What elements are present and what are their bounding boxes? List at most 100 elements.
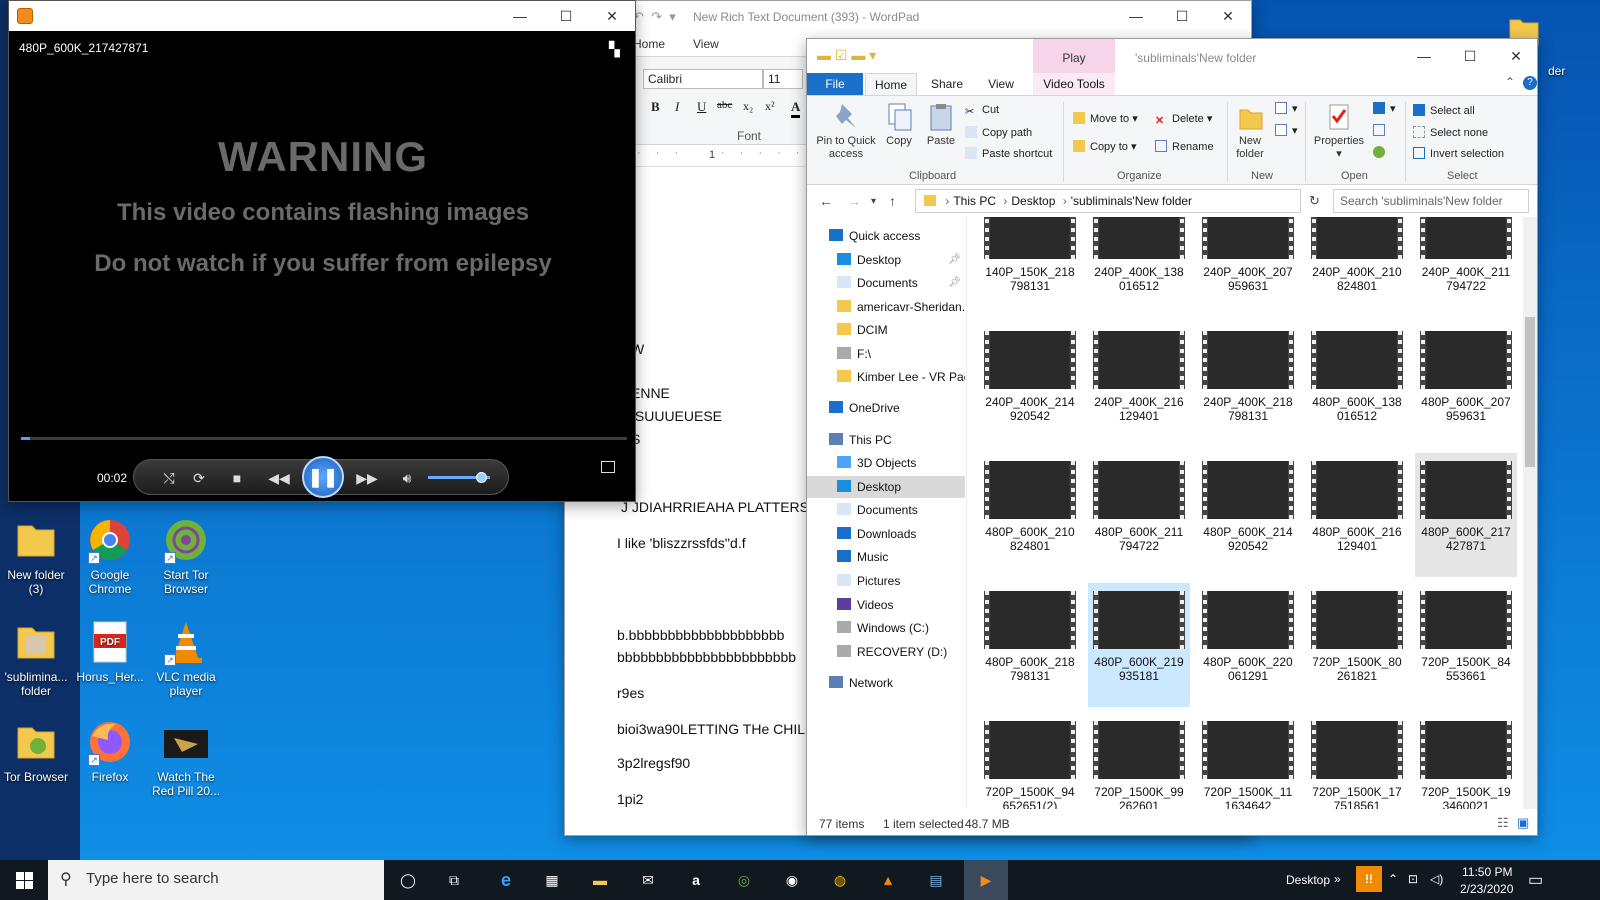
easy-access-icon[interactable]: ▾ bbox=[1275, 124, 1298, 137]
copy-to-button[interactable]: Copy to ▾ bbox=[1073, 140, 1137, 153]
details-view-icon[interactable]: ☷ bbox=[1497, 815, 1509, 831]
tab-view[interactable]: View bbox=[693, 37, 719, 51]
file-item[interactable]: 240P_400K_218798131 bbox=[1197, 323, 1299, 447]
tripadvisor-icon[interactable]: ◎ bbox=[732, 868, 756, 892]
file-item[interactable]: 720P_1500K_94652651(2) bbox=[979, 713, 1081, 809]
pin-to-quick-access-button[interactable]: Pin to Quick access bbox=[811, 102, 881, 161]
vertical-scrollbar[interactable] bbox=[1523, 217, 1537, 809]
nav-item[interactable]: Network bbox=[807, 672, 965, 694]
wordpad-taskbar-icon[interactable]: ▤ bbox=[924, 868, 948, 892]
nav-item[interactable]: This PC bbox=[807, 429, 965, 451]
properties-button[interactable]: Properties ▾ bbox=[1307, 102, 1371, 161]
quick-access-toolbar[interactable]: ▬ ☑ ▬ ▾ bbox=[817, 47, 876, 64]
paste-shortcut-button[interactable]: Paste shortcut bbox=[965, 147, 1052, 160]
volume-icon[interactable]: 🔊︎ bbox=[396, 468, 418, 488]
desktop-icon-google-chrome[interactable]: ↗ Google Chrome bbox=[74, 516, 146, 596]
network-icon[interactable]: ⊡ bbox=[1408, 872, 1418, 886]
volume-slider-knob[interactable] bbox=[475, 472, 487, 483]
nav-item[interactable]: americavr-Sheridan. bbox=[807, 296, 965, 318]
nav-item[interactable]: Documents bbox=[807, 499, 965, 521]
nav-item[interactable]: RECOVERY (D:) bbox=[807, 641, 965, 663]
cut-button[interactable]: ✂ Cut bbox=[965, 104, 999, 118]
media-player-taskbar-icon[interactable]: ▶ bbox=[964, 860, 1008, 900]
file-item[interactable]: 240P_400K_216129401 bbox=[1088, 323, 1190, 447]
media-app-icon[interactable]: ◉ bbox=[780, 868, 804, 892]
minimize-button[interactable]: — bbox=[1401, 41, 1447, 71]
breadcrumb-current-folder[interactable]: 'subliminals'New folder bbox=[1071, 194, 1192, 208]
pause-button[interactable]: ❚❚ bbox=[302, 456, 344, 498]
nav-item[interactable]: Pictures bbox=[807, 570, 965, 592]
new-folder-button[interactable]: New folder bbox=[1231, 102, 1269, 161]
help-icon[interactable]: ? bbox=[1523, 76, 1537, 90]
toolbar-chevron-icon[interactable]: » bbox=[1334, 872, 1341, 886]
cortana-icon[interactable]: ◯ bbox=[396, 868, 420, 892]
minimize-button[interactable]: — bbox=[497, 1, 543, 31]
text-color-icon[interactable]: A bbox=[791, 99, 801, 118]
tab-home[interactable]: Home bbox=[633, 37, 665, 51]
breadcrumb-this-pc[interactable]: This PC bbox=[953, 194, 996, 208]
new-item-icon[interactable]: ▾ bbox=[1275, 102, 1298, 115]
open-icon[interactable]: ▾ bbox=[1373, 102, 1396, 115]
strikethrough-icon[interactable]: abc bbox=[717, 99, 732, 111]
nav-item[interactable]: Quick access bbox=[807, 225, 965, 247]
mail-icon[interactable]: ✉ bbox=[636, 868, 660, 892]
volume-tray-icon[interactable]: ◁) bbox=[1430, 872, 1443, 886]
breadcrumb-desktop[interactable]: Desktop bbox=[1011, 194, 1055, 208]
previous-icon[interactable]: ◀◀ bbox=[268, 468, 290, 488]
move-to-button[interactable]: Move to ▾ bbox=[1073, 112, 1138, 125]
fullscreen-icon[interactable] bbox=[601, 461, 615, 473]
nav-item[interactable]: OneDrive bbox=[807, 397, 965, 419]
file-item[interactable]: 480P_600K_216129401 bbox=[1306, 453, 1408, 577]
media-player-titlebar[interactable]: — ☐ ✕ bbox=[9, 1, 635, 31]
scrollbar-thumb[interactable] bbox=[1525, 317, 1535, 467]
nav-item[interactable]: F:\ bbox=[807, 343, 965, 365]
nav-item[interactable]: DCIM bbox=[807, 319, 965, 341]
next-icon[interactable]: ▶▶ bbox=[356, 468, 378, 488]
desktop-icon-watch-the-red-pill[interactable]: Watch The Red Pill 20... bbox=[150, 718, 222, 798]
file-item[interactable]: 480P_600K_219935181 bbox=[1088, 583, 1190, 707]
tab-file[interactable]: File bbox=[807, 73, 863, 95]
close-button[interactable]: ✕ bbox=[1493, 41, 1537, 71]
file-item[interactable]: 480P_600K_210824801 bbox=[979, 453, 1081, 577]
stop-icon[interactable]: ■ bbox=[226, 468, 248, 488]
desktop-icon-subliminals-folder[interactable]: 'sublimina... folder bbox=[0, 618, 72, 698]
file-item[interactable]: 720P_1500K_80261821 bbox=[1306, 583, 1408, 707]
amazon-icon[interactable]: a bbox=[684, 868, 708, 892]
file-explorer-icon[interactable]: ▬ bbox=[588, 868, 612, 892]
font-size-select[interactable]: 11 bbox=[763, 69, 803, 89]
tab-share[interactable]: Share bbox=[921, 73, 973, 95]
contextual-tab-play[interactable]: Play bbox=[1033, 39, 1115, 73]
quick-access-toolbar[interactable]: ↶ ↷ ▾ bbox=[633, 9, 676, 25]
explorer-titlebar[interactable]: ▬ ☑ ▬ ▾ Play 'subliminals'New folder — ☐ ✕ bbox=[807, 39, 1537, 73]
close-button[interactable]: ✕ bbox=[589, 1, 635, 31]
file-item[interactable]: 480P_600K_138016512 bbox=[1306, 323, 1408, 447]
file-item[interactable]: 720P_1500K_84553661 bbox=[1415, 583, 1517, 707]
close-button[interactable]: ✕ bbox=[1205, 1, 1251, 31]
nav-item[interactable]: 3D Objects bbox=[807, 452, 965, 474]
recent-locations-icon[interactable]: ▾ bbox=[871, 196, 876, 207]
underline-icon[interactable]: U bbox=[697, 99, 706, 115]
delete-button[interactable]: ✕ Delete ▾ bbox=[1155, 112, 1212, 127]
collapse-ribbon-icon[interactable]: ⌃ bbox=[1505, 75, 1515, 89]
maximize-button[interactable]: ☐ bbox=[543, 1, 589, 31]
bold-icon[interactable]: B bbox=[651, 99, 660, 115]
nav-item[interactable]: Desktop bbox=[807, 476, 965, 498]
file-item[interactable]: 480P_600K_214920542 bbox=[1197, 453, 1299, 577]
select-none-button[interactable]: Select none bbox=[1413, 126, 1488, 139]
seek-bar[interactable] bbox=[21, 437, 627, 440]
nav-item[interactable]: Videos bbox=[807, 594, 965, 616]
notification-app-icon[interactable]: !! bbox=[1356, 866, 1382, 892]
desktop-icon-tor-browser[interactable]: Tor Browser bbox=[0, 718, 72, 784]
task-view-icon[interactable]: ⧉ bbox=[442, 868, 466, 892]
file-item[interactable]: 720P_1500K_111634642 bbox=[1197, 713, 1299, 809]
desktop-icon-vlc[interactable]: ↗ VLC media player bbox=[150, 618, 222, 698]
font-family-select[interactable]: Calibri bbox=[643, 69, 763, 89]
switch-layout-icon[interactable]: ▚ bbox=[609, 41, 625, 57]
file-item[interactable]: 480P_600K_207959631 bbox=[1415, 323, 1517, 447]
rename-button[interactable]: Rename bbox=[1155, 140, 1214, 153]
invert-selection-button[interactable]: Invert selection bbox=[1413, 147, 1504, 160]
store-icon[interactable]: ▦ bbox=[540, 868, 564, 892]
chrome-taskbar-icon[interactable]: ◍ bbox=[828, 868, 852, 892]
nav-item[interactable]: Documents 📌︎ bbox=[807, 272, 965, 294]
edge-icon[interactable]: e bbox=[494, 868, 518, 892]
